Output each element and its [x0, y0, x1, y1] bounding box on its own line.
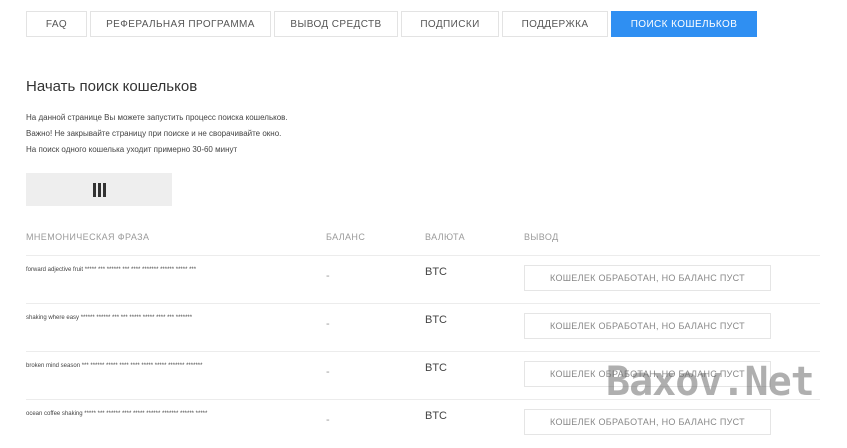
- mnemonic-phrase: shaking where easy ****** ****** *** ***…: [26, 315, 193, 321]
- header-phrase: МНЕМОНИЧЕСКАЯ ФРАЗА: [26, 232, 150, 242]
- wallet-status-button[interactable]: КОШЕЛЕК ОБРАБОТАН, НО БАЛАНС ПУСТ: [524, 265, 771, 291]
- wallet-status-button[interactable]: КОШЕЛЕК ОБРАБОТАН, НО БАЛАНС ПУСТ: [524, 409, 771, 435]
- mnemonic-phrase: forward adjective fruit ***** *** ******…: [26, 267, 197, 273]
- mnemonic-phrase: broken mind season *** ****** ***** ****…: [26, 363, 203, 369]
- table-row: shaking where easy ****** ****** *** ***…: [26, 303, 820, 352]
- balance-value: -: [326, 414, 330, 426]
- table-row: ocean coffee shaking ***** *** ****** **…: [26, 399, 820, 448]
- tab-bar: FAQ РЕФЕРАЛЬНАЯ ПРОГРАММА ВЫВОД СРЕДСТВ …: [26, 11, 760, 37]
- tab-referral-program[interactable]: РЕФЕРАЛЬНАЯ ПРОГРАММА: [90, 11, 271, 37]
- header-output: ВЫВОД: [524, 232, 559, 242]
- balance-value: -: [326, 366, 330, 378]
- table-row: forward adjective fruit ***** *** ******…: [26, 255, 820, 304]
- tab-faq[interactable]: FAQ: [26, 11, 87, 37]
- currency-value: BTC: [425, 314, 447, 326]
- header-currency: ВАЛЮТА: [425, 232, 465, 242]
- wallet-status-button[interactable]: КОШЕЛЕК ОБРАБОТАН, НО БАЛАНС ПУСТ: [524, 313, 771, 339]
- description-line-3: На поиск одного кошелька уходит примерно…: [26, 145, 238, 154]
- mnemonic-phrase: ocean coffee shaking ***** *** ****** **…: [26, 411, 208, 417]
- start-search-button[interactable]: [26, 173, 172, 206]
- tab-withdrawal[interactable]: ВЫВОД СРЕДСТВ: [274, 11, 398, 37]
- currency-value: BTC: [425, 362, 447, 374]
- tab-support[interactable]: ПОДДЕРЖКА: [502, 11, 608, 37]
- wallet-status-button[interactable]: КОШЕЛЕК ОБРАБОТАН, НО БАЛАНС ПУСТ: [524, 361, 771, 387]
- description-line-1: На данной странице Вы можете запустить п…: [26, 113, 288, 122]
- currency-value: BTC: [425, 266, 447, 278]
- table-row: broken mind season *** ****** ***** ****…: [26, 351, 820, 400]
- balance-value: -: [326, 270, 330, 282]
- tab-wallet-search[interactable]: ПОИСК КОШЕЛЬКОВ: [611, 11, 757, 37]
- description-line-2: Важно! Не закрывайте страницу при поиске…: [26, 129, 282, 138]
- currency-value: BTC: [425, 410, 447, 422]
- header-balance: БАЛАНС: [326, 232, 366, 242]
- page-title: Начать поиск кошельков: [26, 78, 198, 95]
- barcode-icon: [92, 182, 106, 197]
- tab-subscriptions[interactable]: ПОДПИСКИ: [401, 11, 499, 37]
- balance-value: -: [326, 318, 330, 330]
